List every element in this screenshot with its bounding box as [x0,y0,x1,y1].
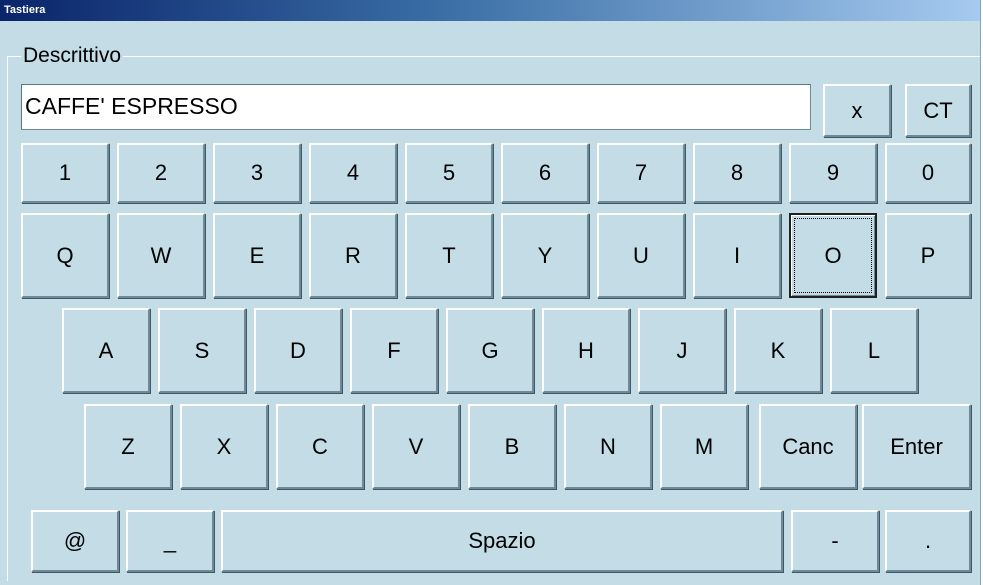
key-e[interactable]: E [213,213,301,298]
key-dash[interactable]: - [791,510,879,572]
key-5[interactable]: 5 [405,143,493,203]
space-bar[interactable]: Spazio [221,510,783,572]
window-title: Tastiera [0,0,980,21]
key-h[interactable]: H [542,308,630,393]
keyboard-window: Tastiera Descrittivo CAFFE' ESPRESSO x C… [0,0,981,585]
key-q[interactable]: Q [21,213,109,298]
key-i[interactable]: I [693,213,781,298]
key-j[interactable]: J [638,308,726,393]
key-8[interactable]: 8 [693,143,781,203]
key-n[interactable]: N [564,404,652,489]
key-1[interactable]: 1 [21,143,109,203]
key-6[interactable]: 6 [501,143,589,203]
key-b[interactable]: B [468,404,556,489]
key-underscore[interactable]: _ [126,510,214,572]
ct-button[interactable]: CT [905,84,971,137]
key-3[interactable]: 3 [213,143,301,203]
canc-button[interactable]: Canc [759,404,857,489]
key-u[interactable]: U [597,213,685,298]
key-g[interactable]: G [446,308,534,393]
key-f[interactable]: F [350,308,438,393]
key-at[interactable]: @ [31,510,119,572]
key-r[interactable]: R [309,213,397,298]
key-a[interactable]: A [62,308,150,393]
key-o[interactable]: O [789,213,877,298]
key-c[interactable]: C [276,404,364,489]
key-x[interactable]: X [180,404,268,489]
key-7[interactable]: 7 [597,143,685,203]
description-input[interactable]: CAFFE' ESPRESSO [21,84,811,130]
key-v[interactable]: V [372,404,460,489]
description-label: Descrittivo [21,44,124,68]
enter-button[interactable]: Enter [862,404,971,489]
key-l[interactable]: L [830,308,918,393]
key-s[interactable]: S [158,308,246,393]
key-k[interactable]: K [734,308,822,393]
key-d[interactable]: D [254,308,342,393]
key-w[interactable]: W [117,213,205,298]
key-z[interactable]: Z [84,404,172,489]
key-4[interactable]: 4 [309,143,397,203]
key-p[interactable]: P [885,213,971,298]
key-dot[interactable]: . [885,510,971,572]
key-t[interactable]: T [405,213,493,298]
key-m[interactable]: M [660,404,748,489]
key-0[interactable]: 0 [885,143,971,203]
clear-button[interactable]: x [823,84,891,137]
key-y[interactable]: Y [501,213,589,298]
key-9[interactable]: 9 [789,143,877,203]
key-2[interactable]: 2 [117,143,205,203]
